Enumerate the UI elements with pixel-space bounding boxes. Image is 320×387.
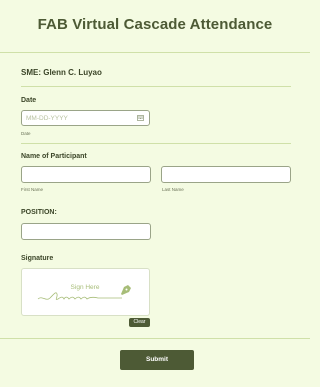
section-divider: [21, 86, 291, 87]
submit-button[interactable]: Submit: [120, 350, 194, 370]
first-name-sublabel: First Name: [21, 187, 44, 192]
footer-divider: [0, 338, 310, 339]
form-header: FAB Virtual Cascade Attendance: [0, 0, 310, 53]
date-sublabel: Date: [21, 131, 31, 136]
calendar-icon[interactable]: [137, 115, 144, 121]
clear-button[interactable]: Clear: [129, 318, 150, 327]
participant-label: Name of Participant: [21, 153, 87, 160]
pen-icon: [121, 285, 131, 295]
date-placeholder: MM-DD-YYYY: [26, 115, 68, 122]
position-label: POSITION:: [21, 209, 57, 216]
first-name-input[interactable]: [21, 166, 151, 183]
sme-heading: SME: Glenn C. Luyao: [21, 68, 102, 77]
position-input[interactable]: [21, 223, 151, 240]
signature-label: Signature: [21, 255, 54, 262]
last-name-input[interactable]: [161, 166, 291, 183]
section-divider: [21, 143, 291, 144]
date-input[interactable]: MM-DD-YYYY: [21, 110, 150, 126]
date-label: Date: [21, 97, 37, 104]
last-name-sublabel: Last Name: [162, 187, 184, 192]
signature-pad[interactable]: Sign Here: [21, 268, 150, 316]
form-title: FAB Virtual Cascade Attendance: [37, 16, 273, 33]
